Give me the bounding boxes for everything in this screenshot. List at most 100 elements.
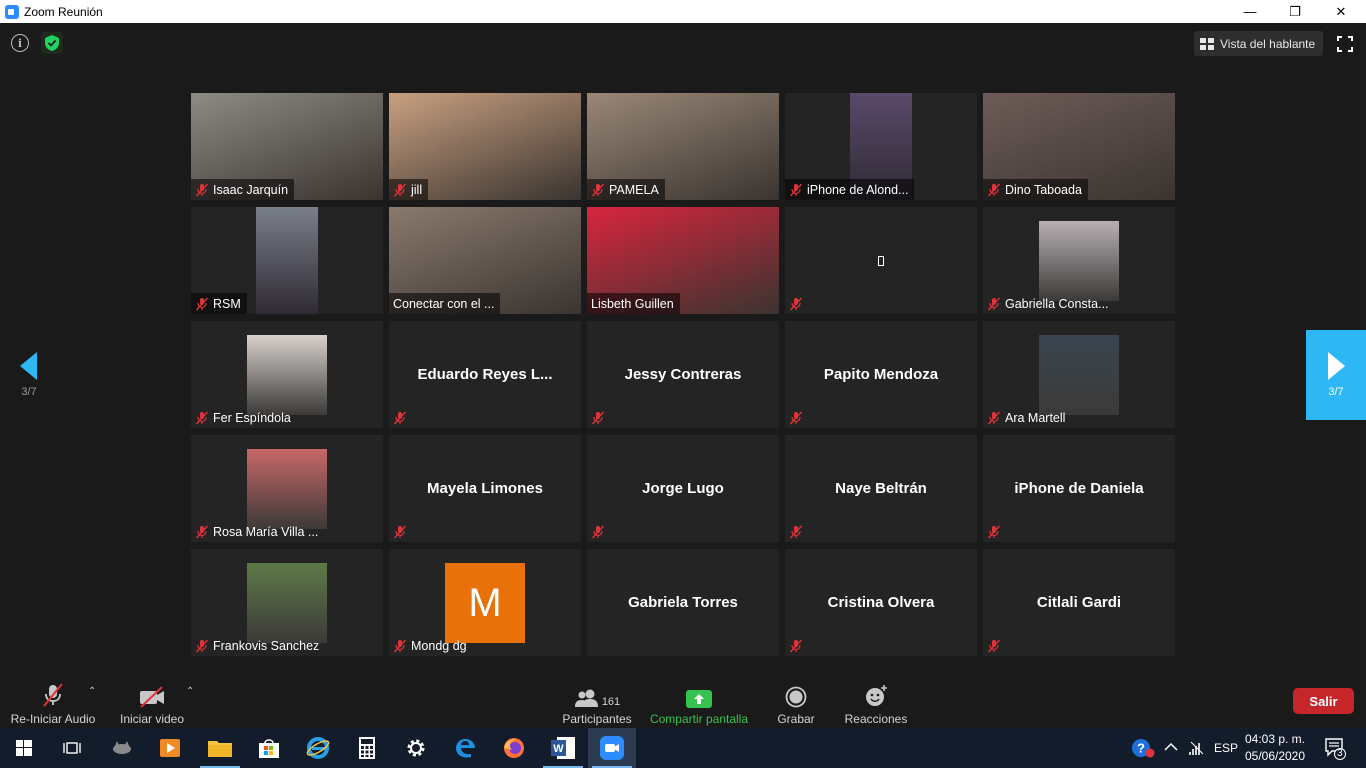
maximize-button[interactable]: ❐: [1272, 0, 1318, 23]
participant-label: RSM: [191, 293, 247, 314]
microphone-muted-icon: [195, 525, 209, 538]
participant-label: Lisbeth Guillen: [587, 293, 680, 314]
leave-meeting-button[interactable]: Salir: [1293, 688, 1354, 714]
participant-name-display: Cristina Olvera: [827, 594, 935, 611]
gallery-grid: Isaac Jarquín jill PAMELA iPhone de Alond..…: [191, 93, 1175, 656]
zoom-app-icon: [5, 4, 19, 19]
participant-name: Rosa María Villa ...: [213, 524, 319, 539]
participant-tile[interactable]: Ara Martell: [983, 321, 1175, 428]
participant-label: Ara Martell: [983, 407, 1071, 428]
fullscreen-icon[interactable]: [1337, 36, 1353, 52]
close-button[interactable]: ✕: [1318, 0, 1364, 23]
language-indicator[interactable]: ESP: [1214, 741, 1238, 755]
start-button[interactable]: [0, 728, 48, 768]
participant-tile[interactable]: Eduardo Reyes L...: [389, 321, 581, 428]
help-icon[interactable]: ?: [1131, 737, 1155, 759]
cat-app-icon: [113, 741, 131, 754]
previous-page-button[interactable]: 3/7: [0, 330, 58, 420]
microphone-muted-icon: [987, 411, 1001, 424]
next-page-button[interactable]: 3/7: [1306, 330, 1366, 420]
participant-label: Isaac Jarquín: [191, 179, 295, 200]
video-options-caret-icon[interactable]: ⌃: [186, 686, 194, 697]
participant-label: Dino Taboada: [983, 179, 1088, 200]
audio-button[interactable]: Re-Iniciar Audio: [10, 682, 96, 726]
microphone-muted-icon: [987, 183, 1001, 196]
participant-tile[interactable]: Rosa María Villa ...: [191, 435, 383, 542]
speaker-view-button[interactable]: Vista del hablante: [1194, 31, 1323, 56]
security-shield-icon[interactable]: [41, 32, 63, 54]
reactions-button[interactable]: Reacciones: [844, 682, 908, 726]
taskbar-store[interactable]: [245, 728, 293, 768]
participant-tile[interactable]: Cristina Olvera: [785, 549, 977, 656]
participant-name: Ara Martell: [1005, 410, 1066, 425]
share-screen-button[interactable]: Compartir pantalla: [648, 682, 750, 726]
participant-name: iPhone de Alond...: [807, 182, 909, 197]
participant-tile[interactable]: iPhone de Daniela: [983, 435, 1175, 542]
participant-tile[interactable]: Jorge Lugo: [587, 435, 779, 542]
taskbar-file-explorer[interactable]: [196, 728, 244, 768]
microphone-muted-icon: [591, 183, 605, 196]
microphone-muted-icon: [195, 639, 209, 652]
participant-name-display: Papito Mendoza: [823, 366, 939, 383]
taskbar-calculator[interactable]: [343, 728, 391, 768]
participant-label: [983, 635, 1011, 656]
notifications-icon[interactable]: [1325, 738, 1347, 760]
microphone-muted-icon: [789, 639, 803, 652]
participant-name: Isaac Jarquín: [213, 182, 289, 197]
task-view-icon: [63, 742, 81, 754]
participant-tile[interactable]: M Mondg dg: [389, 549, 581, 656]
taskbar-zoom[interactable]: [588, 728, 636, 768]
microphone-muted-icon: [393, 411, 407, 424]
participant-label: [785, 635, 813, 656]
audio-label: Re-Iniciar Audio: [10, 712, 96, 726]
taskbar-clock[interactable]: 04:03 p. m. 05/06/2020: [1240, 731, 1310, 765]
participant-label: [587, 521, 615, 542]
participant-tile[interactable]: Mayela Limones: [389, 435, 581, 542]
participant-tile[interactable]: [785, 207, 977, 314]
task-view-button[interactable]: [48, 728, 96, 768]
participant-tile[interactable]: RSM: [191, 207, 383, 314]
info-icon[interactable]: i: [11, 34, 29, 52]
participant-tile[interactable]: Papito Mendoza: [785, 321, 977, 428]
participant-tile[interactable]: jill: [389, 93, 581, 200]
taskbar-firefox[interactable]: [490, 728, 538, 768]
participant-tile[interactable]: Fer Espíndola: [191, 321, 383, 428]
participant-tile[interactable]: Isaac Jarquín: [191, 93, 383, 200]
folder-icon: [208, 741, 232, 757]
participant-name: PAMELA: [609, 182, 659, 197]
participant-tile[interactable]: Dino Taboada: [983, 93, 1175, 200]
firefox-icon: [504, 738, 524, 758]
taskbar-app-cat[interactable]: [98, 728, 146, 768]
clock-time: 04:03 p. m.: [1244, 732, 1306, 746]
taskbar-settings[interactable]: [392, 728, 440, 768]
page-indicator-right: 3/7: [1328, 386, 1344, 398]
participant-name: Conectar con el ...: [393, 296, 495, 311]
participant-tile[interactable]: Frankovis Sanchez: [191, 549, 383, 656]
participant-tile[interactable]: Conectar con el ...: [389, 207, 581, 314]
participant-tile[interactable]: Naye Beltrán: [785, 435, 977, 542]
minimize-button[interactable]: —: [1227, 0, 1273, 23]
taskbar-internet-explorer[interactable]: [294, 728, 342, 768]
participant-tile[interactable]: PAMELA: [587, 93, 779, 200]
taskbar-app-media[interactable]: [146, 728, 194, 768]
svg-text:?: ?: [1137, 741, 1145, 756]
video-button[interactable]: Iniciar video: [118, 682, 186, 726]
participant-tile[interactable]: iPhone de Alond...: [785, 93, 977, 200]
participant-tile[interactable]: Lisbeth Guillen: [587, 207, 779, 314]
tray-chevron-up-icon[interactable]: [1164, 742, 1178, 752]
audio-options-caret-icon[interactable]: ⌃: [88, 686, 96, 697]
participant-label: iPhone de Alond...: [785, 179, 915, 200]
record-button[interactable]: Grabar: [772, 682, 820, 726]
participant-tile[interactable]: Gabriella Consta...: [983, 207, 1175, 314]
participant-name: RSM: [213, 296, 241, 311]
taskbar-edge[interactable]: [441, 728, 489, 768]
participant-tile[interactable]: Gabriela Torres: [587, 549, 779, 656]
participant-name: Mondg dg: [411, 638, 467, 653]
microphone-muted-icon: [987, 297, 1001, 310]
participants-button[interactable]: 161 Participantes: [560, 682, 634, 726]
participants-label: Participantes: [562, 712, 632, 726]
taskbar-word[interactable]: W: [539, 728, 587, 768]
participant-tile[interactable]: Jessy Contreras: [587, 321, 779, 428]
participant-tile[interactable]: Citlali Gardi: [983, 549, 1175, 656]
network-icon[interactable]: [1189, 740, 1205, 756]
